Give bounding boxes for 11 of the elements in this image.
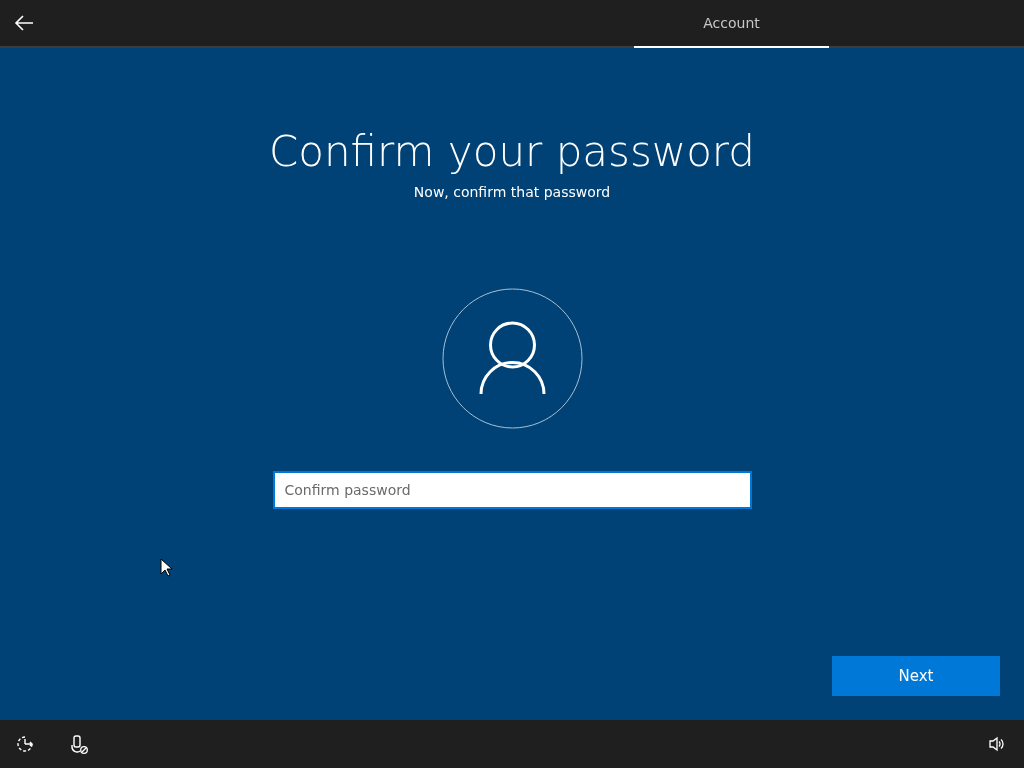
page-subtitle: Now, confirm that password (413, 184, 611, 200)
microphone-off-icon[interactable] (71, 734, 89, 754)
ease-of-access-icon[interactable] (15, 734, 35, 754)
volume-icon[interactable] (988, 736, 1006, 752)
account-tab[interactable]: Account (634, 0, 829, 48)
page-title: Confirm your password (268, 126, 756, 178)
next-button[interactable]: Next (832, 656, 1000, 696)
back-arrow-icon (14, 15, 34, 31)
user-avatar-icon (441, 288, 583, 429)
mouse-pointer-icon (160, 558, 172, 577)
password-field[interactable]: Confirm password (272, 471, 752, 509)
